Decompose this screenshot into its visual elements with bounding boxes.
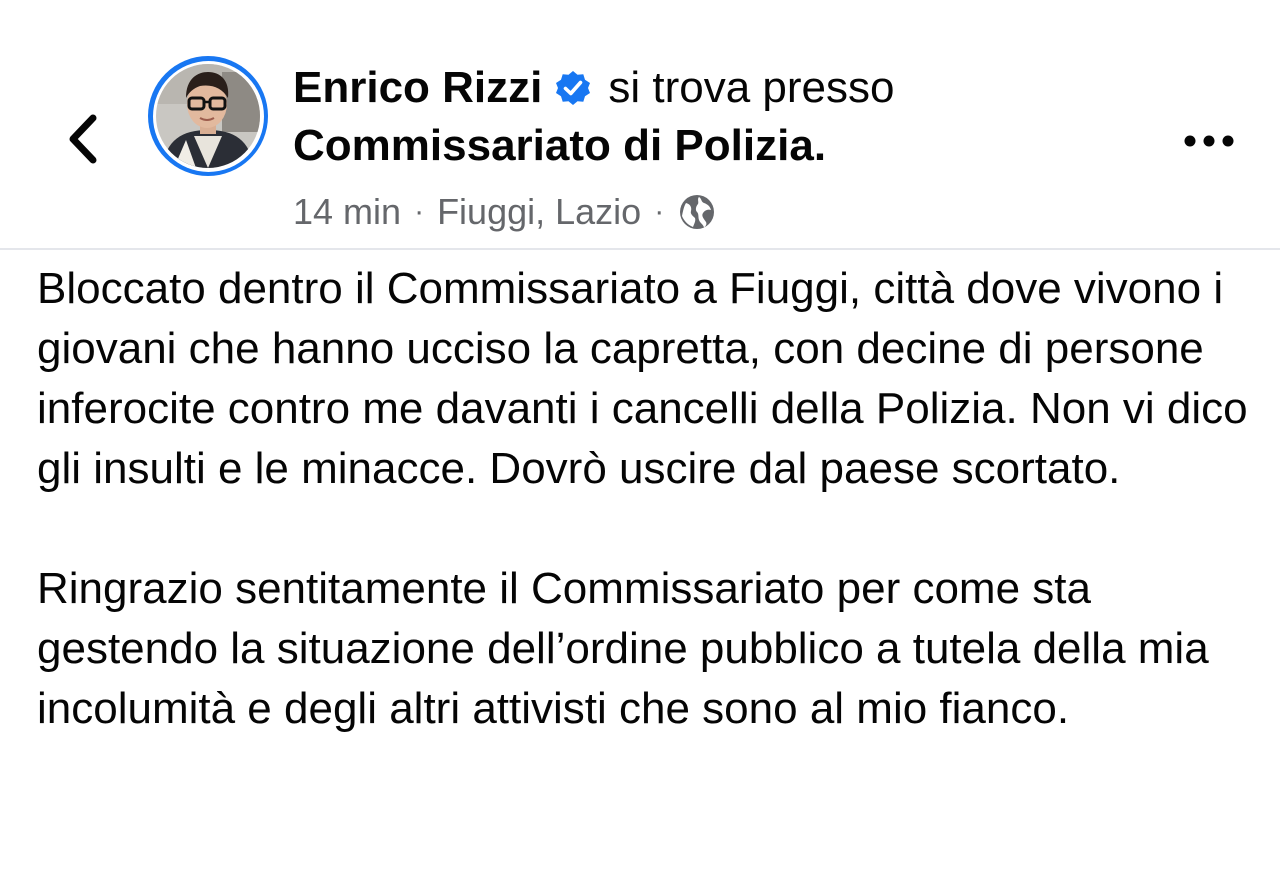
- place-link[interactable]: Commissariato di Polizia: [293, 121, 814, 171]
- post-meta: 14 min · Fiuggi, Lazio ·: [293, 188, 717, 236]
- meta-separator: ·: [414, 195, 425, 228]
- post-body: Bloccato dentro il Commissariato a Fiugg…: [37, 259, 1257, 739]
- chevron-left-icon: [69, 114, 97, 164]
- place-suffix: .: [813, 121, 827, 170]
- globe-icon[interactable]: [677, 192, 717, 232]
- meta-separator: ·: [654, 195, 665, 228]
- post-paragraph: Ringrazio sentitamente il Commissariato …: [37, 564, 1209, 733]
- header-divider: [0, 248, 1280, 250]
- verified-badge-icon: [554, 69, 592, 107]
- post-time[interactable]: 14 min: [293, 191, 401, 233]
- more-horizontal-icon: [1184, 135, 1234, 147]
- post-location[interactable]: Fiuggi, Lazio: [437, 191, 641, 233]
- action-text: si trova presso: [608, 63, 895, 112]
- more-options-button[interactable]: [1176, 118, 1242, 164]
- author-name[interactable]: Enrico Rizzi: [293, 63, 542, 113]
- post-paragraph: Bloccato dentro il Commissariato a Fiugg…: [37, 264, 1248, 493]
- back-button[interactable]: [56, 108, 108, 170]
- post-header: Enrico Rizzi si trova presso Commissaria…: [0, 0, 1280, 250]
- avatar[interactable]: [148, 56, 268, 176]
- profile-photo: [156, 64, 260, 168]
- post-title-line: Enrico Rizzi si trova presso: [293, 60, 894, 116]
- place-line: Commissariato di Polizia.: [293, 118, 826, 174]
